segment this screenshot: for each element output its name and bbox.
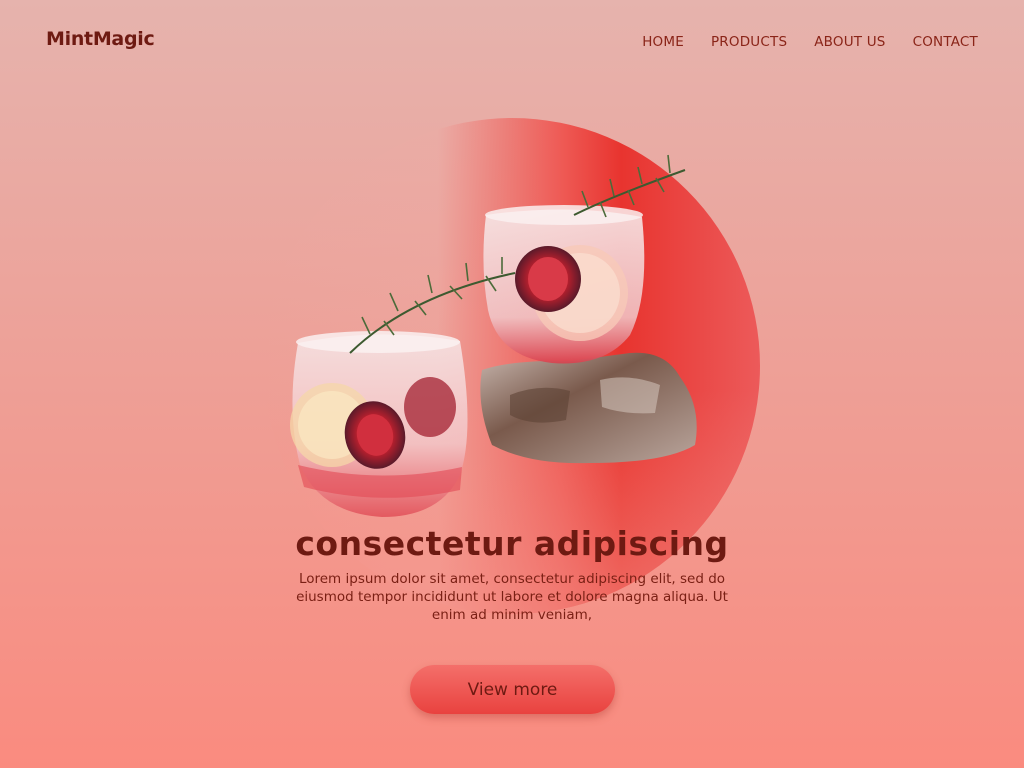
hero-product-image <box>290 154 697 517</box>
hero-section: consectetur adipiscing Lorem ipsum dolor… <box>0 0 1024 768</box>
hero-description: Lorem ipsum dolor sit amet, consectetur … <box>296 571 728 623</box>
view-more-button[interactable]: View more <box>410 665 615 714</box>
hero-title: consectetur adipiscing <box>295 524 729 563</box>
